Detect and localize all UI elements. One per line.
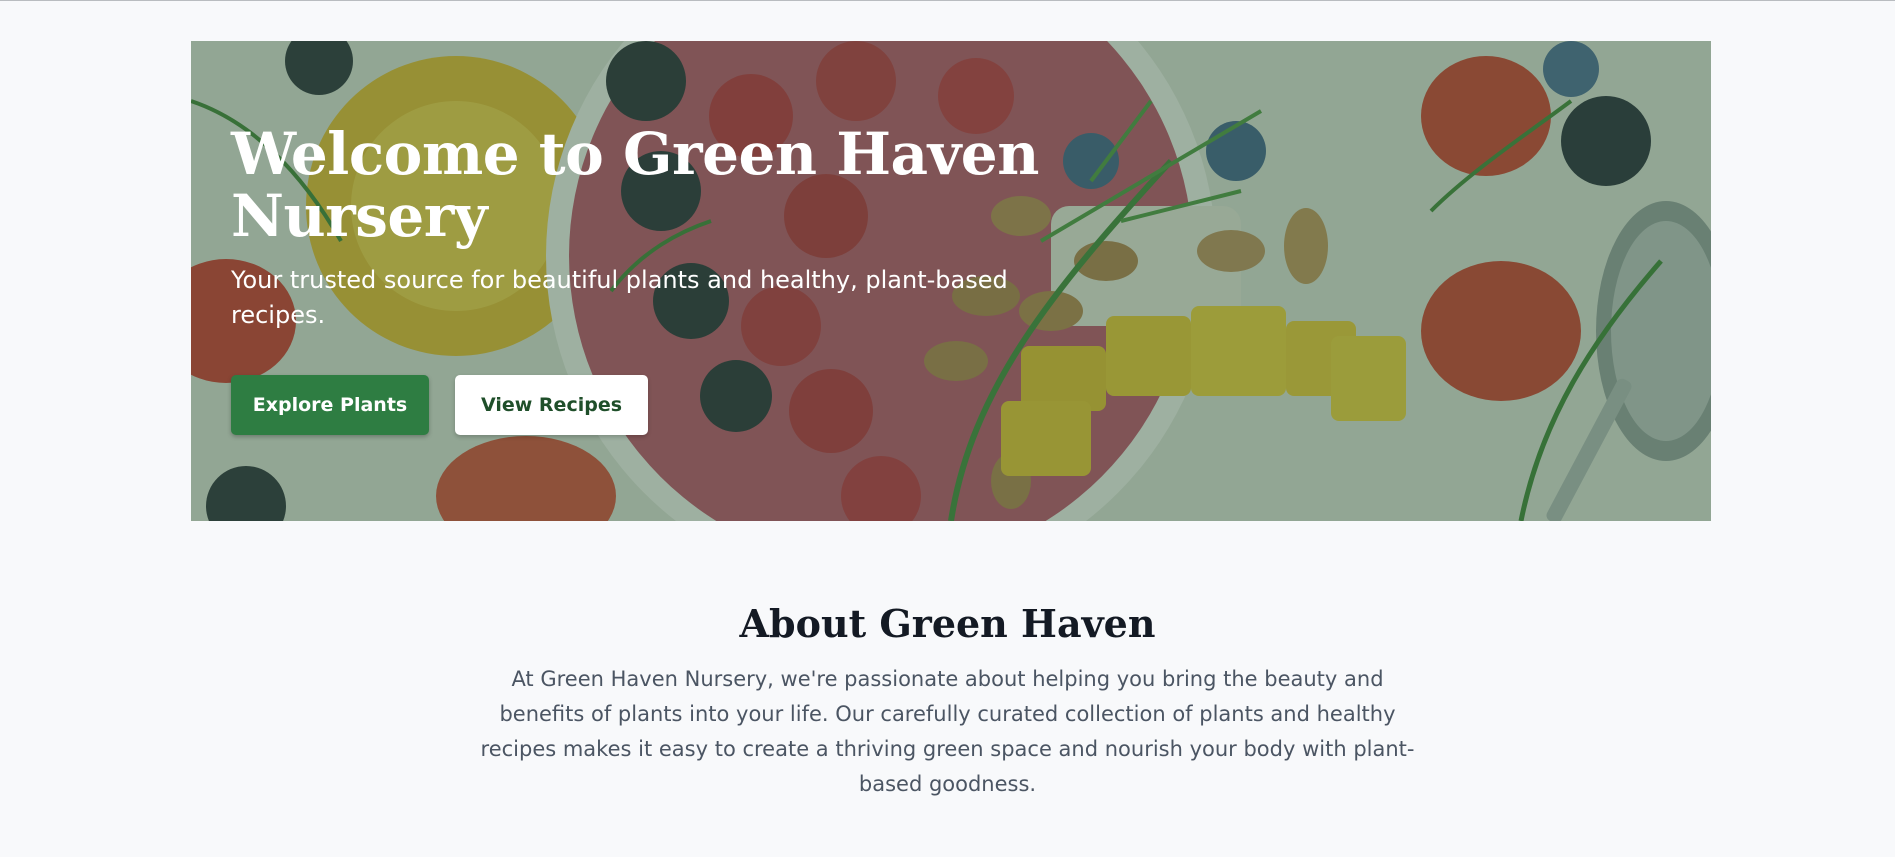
hero-buttons: Explore Plants View Recipes xyxy=(231,375,1131,435)
hero-banner: Welcome to Green Haven Nursery Your trus… xyxy=(191,41,1711,521)
about-title: About Green Haven xyxy=(739,601,1156,646)
hero-content: Welcome to Green Haven Nursery Your trus… xyxy=(231,123,1131,435)
hero-subtitle: Your trusted source for beautiful plants… xyxy=(231,266,1008,329)
about-section: About Green Haven At Green Haven Nursery… xyxy=(0,596,1895,802)
about-text: At Green Haven Nursery, we're passionate… xyxy=(480,667,1415,796)
explore-plants-button[interactable]: Explore Plants xyxy=(231,375,429,435)
hero-title: Welcome to Green Haven Nursery xyxy=(231,120,1039,250)
top-border xyxy=(0,0,1895,1)
view-recipes-button[interactable]: View Recipes xyxy=(455,375,648,435)
